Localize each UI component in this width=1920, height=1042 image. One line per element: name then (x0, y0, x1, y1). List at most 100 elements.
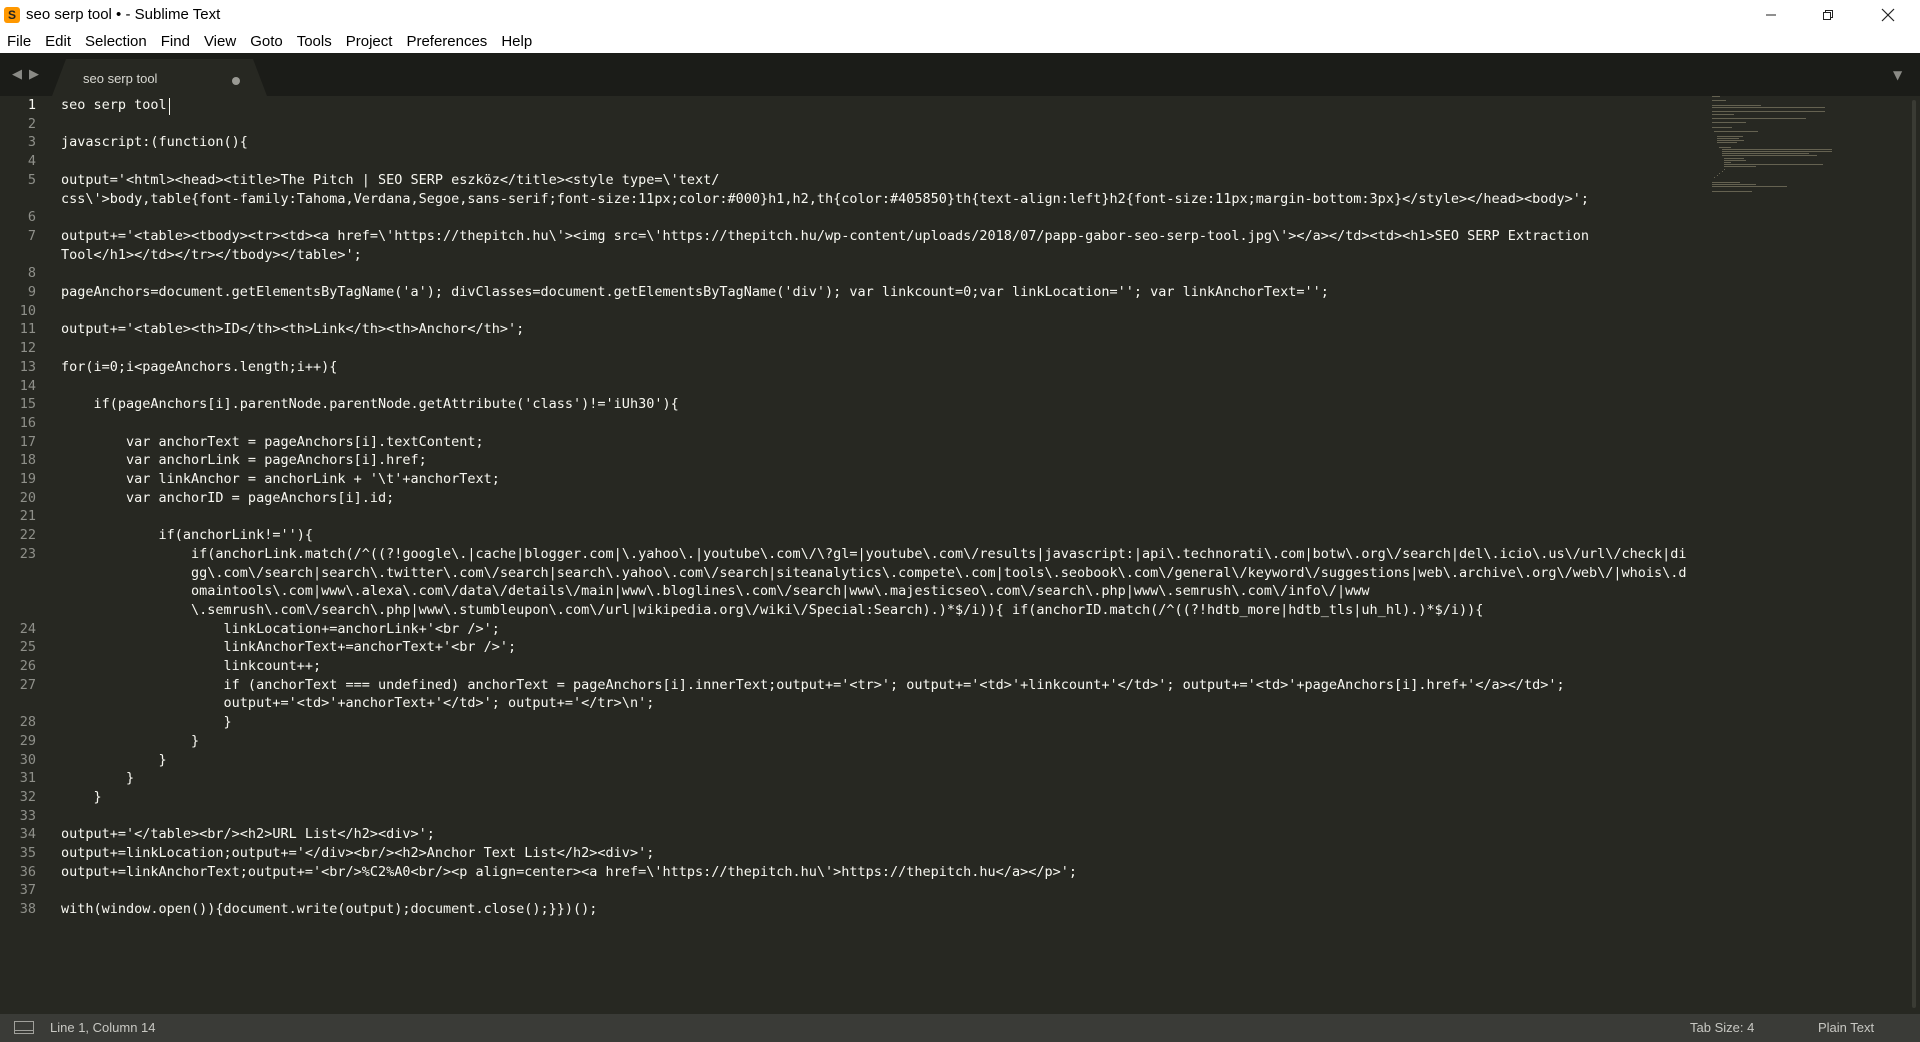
minimap[interactable] (1712, 96, 1908, 216)
line-number: 36 (19, 863, 36, 880)
code-line[interactable]: output+='</table><br/><h2>URL List</h2><… (61, 825, 435, 844)
code-line[interactable]: output='<html><head><title>The Pitch | S… (61, 171, 719, 190)
unsaved-dot-icon[interactable] (232, 77, 240, 85)
code-line[interactable]: with(window.open()){document.write(outpu… (61, 900, 597, 919)
code-line[interactable]: linkLocation+=anchorLink+'<br />'; (61, 620, 500, 639)
minimap-line (1724, 164, 1823, 166)
line-number: 30 (19, 751, 36, 768)
line-number-gutter: 1 2 3 4 5 6 7 8 9 10 11 12 13 14 15 16 17 18 19 20 21 22 23 24 2… (0, 96, 44, 1014)
line-number: 32 (19, 788, 36, 805)
code-line[interactable]: } (61, 751, 167, 770)
minimap-line (1719, 173, 1720, 174)
line-number: 29 (19, 732, 36, 749)
menu-file[interactable]: File (0, 30, 38, 53)
menu-edit[interactable]: Edit (38, 30, 78, 53)
tab-size-indicator[interactable]: Tab Size: 4 (1690, 1020, 1754, 1035)
code-line[interactable]: } (61, 713, 232, 732)
minimap-line (1721, 153, 1809, 155)
code-line[interactable]: linkcount++; (61, 657, 322, 676)
code-line[interactable]: output+=linkAnchorText;output+='<br/>%C2… (61, 863, 1077, 882)
line-number: 34 (19, 826, 36, 843)
line-number: 8 (27, 265, 36, 282)
line-number: 25 (19, 639, 36, 656)
code-line[interactable]: if(anchorLink.match(/^((?!google\.|cache… (61, 545, 1687, 564)
menu-help[interactable]: Help (494, 30, 539, 53)
code-line[interactable]: var linkAnchor = anchorLink + '\t'+ancho… (61, 470, 500, 489)
minimap-line (1716, 140, 1745, 141)
minimap-line (1716, 135, 1744, 137)
syntax-indicator[interactable]: Plain Text (1818, 1020, 1874, 1035)
code-line[interactable]: \.semrush\.com\/search\.php|www\.stumble… (61, 601, 1483, 620)
code-line[interactable]: } (61, 769, 134, 788)
code-line[interactable]: seo serp tool (61, 96, 167, 115)
minimap-line (1712, 113, 1735, 115)
minimap-line (1724, 168, 1725, 170)
tab-seo-serp-tool[interactable]: seo serp tool (52, 59, 267, 96)
line-number: 23 (19, 545, 36, 562)
code-line[interactable]: gg\.com\/search|search\.twitter\.com\/se… (61, 564, 1687, 583)
tab-list-dropdown-icon[interactable]: ▼ (1893, 68, 1902, 82)
panel-toggle-icon[interactable] (14, 1021, 34, 1034)
code-line[interactable]: output+=linkLocation;output+='</div><br/… (61, 844, 654, 863)
code-line[interactable]: for(i=0;i<pageAnchors.length;i++){ (61, 358, 337, 377)
line-number: 13 (19, 358, 36, 375)
line-number: 3 (27, 134, 36, 151)
code-line[interactable]: if (anchorText === undefined) anchorText… (61, 676, 1565, 695)
minimize-button[interactable] (1742, 0, 1799, 30)
minimap-line (1712, 111, 1825, 113)
line-number: 18 (19, 452, 36, 469)
scrollbar-thumb[interactable] (1912, 100, 1916, 1008)
code-line[interactable]: if(anchorLink!=''){ (61, 526, 313, 545)
line-number: 4 (27, 153, 36, 170)
minimap-line (1724, 159, 1746, 161)
line-number (0, 601, 36, 620)
code-line[interactable]: Tool</h1></td></tr></tbody></table>'; (61, 246, 362, 265)
line-number: 9 (27, 284, 36, 300)
menu-find[interactable]: Find (154, 30, 197, 53)
line-number: 12 (19, 340, 36, 357)
code-line[interactable]: css\'>body,table{font-family:Tahoma,Verd… (61, 190, 1589, 209)
code-line[interactable]: pageAnchors=document.getElementsByTagNam… (61, 283, 1329, 302)
cursor-position[interactable]: Line 1, Column 14 (50, 1020, 156, 1035)
code-line[interactable]: if(pageAnchors[i].parentNode.parentNode.… (61, 395, 679, 414)
tab-nav-left-icon[interactable]: ◀ (12, 67, 22, 82)
minimap-line (1716, 142, 1737, 144)
code-line[interactable]: var anchorText = pageAnchors[i].textCont… (61, 433, 484, 452)
tab-nav-right-icon[interactable]: ▶ (29, 67, 39, 82)
line-number: 16 (19, 414, 36, 431)
line-number: 2 (27, 115, 36, 132)
menu-view[interactable]: View (197, 30, 243, 53)
minimap-line (1712, 126, 1733, 128)
menu-project[interactable]: Project (339, 30, 400, 53)
line-number: 6 (27, 209, 36, 226)
code-line[interactable]: var anchorID = pageAnchors[i].id; (61, 489, 394, 508)
code-line[interactable]: omaintools\.com|www\.alexa\.com\/data\/d… (61, 582, 1370, 601)
code-line[interactable]: javascript:(function(){ (61, 133, 248, 152)
line-number: 21 (19, 508, 36, 525)
tab-bar: ◀ ▶ seo serp tool ▼ (0, 53, 1920, 96)
close-button[interactable] (1856, 0, 1920, 30)
line-number: 11 (19, 321, 36, 338)
vertical-scrollbar[interactable] (1908, 96, 1920, 1014)
line-number (0, 246, 36, 265)
code-line[interactable]: linkAnchorText+=anchorText+'<br />'; (61, 638, 517, 657)
menu-goto[interactable]: Goto (243, 30, 290, 53)
menu-selection[interactable]: Selection (78, 30, 154, 53)
minimap-line (1712, 186, 1787, 188)
menu-tools[interactable]: Tools (290, 30, 339, 53)
minimap-line (1714, 131, 1758, 133)
menu-bar: File Edit Selection Find View Goto Tools… (0, 30, 1920, 53)
code-line[interactable]: } (61, 788, 102, 807)
menu-preferences[interactable]: Preferences (399, 30, 494, 53)
code-line[interactable]: var anchorLink = pageAnchors[i].href; (61, 451, 427, 470)
restore-button[interactable] (1799, 0, 1856, 30)
code-line[interactable]: output+='<table><tbody><tr><td><a href=\… (61, 227, 1589, 246)
editor-area[interactable]: 1 2 3 4 5 6 7 8 9 10 11 12 13 14 15 16 17 18 19 20 21 22 23 24 2… (0, 96, 1920, 1014)
status-bar: Line 1, Column 14 Tab Size: 4 Plain Text (0, 1014, 1920, 1042)
line-number: 14 (19, 377, 36, 394)
code-line[interactable]: output+='<td>'+anchorText+'</td>'; outpu… (61, 694, 655, 713)
minimap-line (1712, 122, 1747, 124)
code-line[interactable]: output+='<table><th>ID</th><th>Link</th>… (61, 320, 524, 339)
line-number: 38 (19, 901, 36, 918)
code-line[interactable]: } (61, 732, 199, 751)
